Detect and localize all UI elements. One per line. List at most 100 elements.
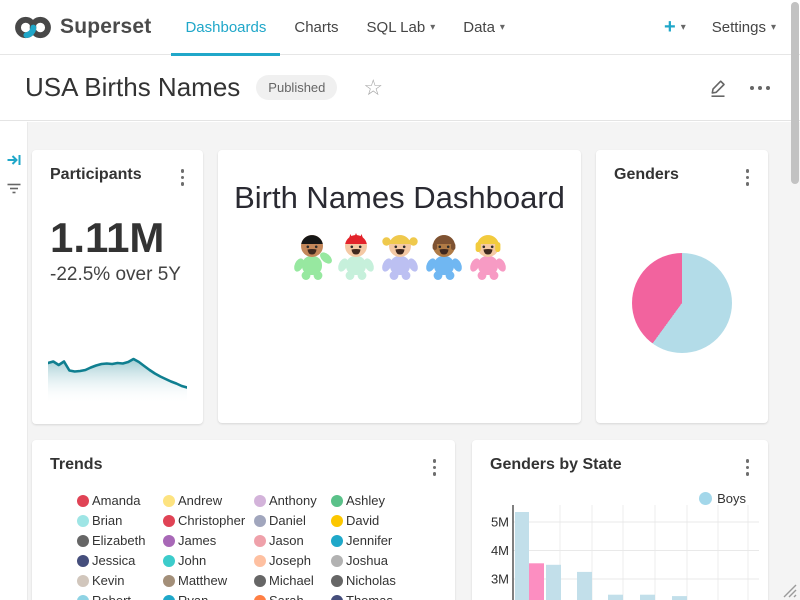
settings-menu[interactable]: Settings ▾ bbox=[712, 19, 776, 36]
legend-item[interactable]: Amanda bbox=[77, 491, 163, 511]
bar-boys[interactable] bbox=[640, 595, 655, 600]
legend-label: Sarah bbox=[269, 593, 304, 600]
infinity-logo-icon bbox=[14, 14, 52, 41]
baby-icon bbox=[468, 232, 508, 280]
legend-item[interactable]: Robert bbox=[77, 591, 163, 600]
legend-item[interactable]: Thomas bbox=[331, 591, 421, 600]
legend-item[interactable]: Daniel bbox=[254, 511, 331, 531]
legend-swatch bbox=[163, 515, 175, 527]
legend-item[interactable]: Ryan bbox=[163, 591, 254, 600]
legend-swatch bbox=[163, 495, 175, 507]
legend-label: Anthony bbox=[269, 493, 317, 508]
baby-icons-row bbox=[218, 232, 581, 280]
dashboard-title: USA Births Names bbox=[25, 72, 240, 103]
nav-item-label: Dashboards bbox=[185, 19, 266, 36]
chart-menu-icon[interactable] bbox=[430, 456, 440, 479]
chart-menu-icon[interactable] bbox=[743, 166, 753, 189]
legend-item[interactable]: Brian bbox=[77, 511, 163, 531]
plus-icon: + bbox=[664, 17, 676, 37]
bar-girls[interactable] bbox=[529, 563, 544, 600]
trendline-svg bbox=[48, 342, 187, 404]
legend-label: Thomas bbox=[346, 593, 393, 600]
legend-item[interactable]: Jessica bbox=[77, 551, 163, 571]
superset-logo[interactable]: Superset bbox=[14, 14, 151, 41]
legend-swatch bbox=[254, 515, 266, 527]
legend-item[interactable]: Jason bbox=[254, 531, 331, 551]
dashboard-actions bbox=[708, 77, 770, 98]
edit-pencil-icon[interactable] bbox=[708, 77, 728, 98]
chevron-down-icon: ▾ bbox=[430, 22, 435, 33]
baby-icon bbox=[292, 232, 332, 280]
filter-list-icon[interactable] bbox=[6, 180, 22, 196]
legend-item[interactable]: Sarah bbox=[254, 591, 331, 600]
primary-nav: Dashboards ChartsSQL Lab▾Data▾ bbox=[171, 0, 518, 55]
legend-item[interactable]: Joseph bbox=[254, 551, 331, 571]
legend-item[interactable]: James bbox=[163, 531, 254, 551]
legend-item[interactable]: Christopher bbox=[163, 511, 254, 531]
legend-swatch bbox=[77, 515, 89, 527]
legend-label: Daniel bbox=[269, 513, 306, 528]
bar-boys[interactable] bbox=[515, 512, 529, 600]
legend-label: John bbox=[178, 553, 206, 568]
legend-swatch bbox=[254, 555, 266, 567]
published-badge[interactable]: Published bbox=[256, 75, 337, 100]
bar-boys[interactable] bbox=[577, 572, 592, 600]
legend-item[interactable]: Michael bbox=[254, 571, 331, 591]
legend-label: Nicholas bbox=[346, 573, 396, 588]
legend-item[interactable]: David bbox=[331, 511, 421, 531]
nav-item-data[interactable]: Data▾ bbox=[449, 0, 519, 55]
legend-swatch bbox=[77, 495, 89, 507]
big-number-value: 1.11M bbox=[50, 215, 203, 261]
trendline-chart[interactable] bbox=[48, 342, 187, 404]
legend-item[interactable]: Jennifer bbox=[331, 531, 421, 551]
filter-bar-collapsed bbox=[0, 122, 28, 600]
bar-boys[interactable] bbox=[546, 565, 561, 600]
chart-menu-icon[interactable] bbox=[178, 166, 188, 189]
legend-item[interactable]: John bbox=[163, 551, 254, 571]
legend-swatch bbox=[331, 515, 343, 527]
navbar-right: + ▾ Settings ▾ bbox=[664, 17, 776, 37]
legend-item[interactable]: Kevin bbox=[77, 571, 163, 591]
legend-item[interactable]: Ashley bbox=[331, 491, 421, 511]
chart-menu-icon[interactable] bbox=[743, 456, 753, 479]
favorite-star-icon[interactable]: ☆ bbox=[363, 77, 383, 99]
y-axis-tick-label: 4M bbox=[491, 543, 509, 558]
more-actions-icon[interactable] bbox=[750, 82, 770, 94]
chart-card-participants: Participants 1.11M -22.5% over 5Y bbox=[32, 150, 203, 424]
legend-item[interactable]: Joshua bbox=[331, 551, 421, 571]
legend-item[interactable]: Nicholas bbox=[331, 571, 421, 591]
legend-swatch bbox=[254, 495, 266, 507]
legend-item[interactable]: Andrew bbox=[163, 491, 254, 511]
chevron-down-icon: ▾ bbox=[500, 22, 505, 33]
chart-card-genders-by-state: Genders by State Boys 5M4M3M bbox=[472, 440, 768, 600]
legend-label: Jennifer bbox=[346, 533, 392, 548]
big-number-subheader: -22.5% over 5Y bbox=[50, 264, 203, 286]
legend-swatch bbox=[163, 595, 175, 600]
nav-item-dashboards[interactable]: Dashboards bbox=[171, 0, 280, 55]
expand-filter-bar-icon[interactable] bbox=[6, 152, 22, 168]
page-scrollbar[interactable] bbox=[791, 2, 799, 184]
legend-label: Ryan bbox=[178, 593, 208, 600]
bar-boys[interactable] bbox=[672, 596, 687, 600]
nav-item-sql-lab[interactable]: SQL Lab▾ bbox=[353, 0, 450, 55]
legend-item[interactable]: Elizabeth bbox=[77, 531, 163, 551]
brand-name: Superset bbox=[60, 15, 151, 39]
baby-icon bbox=[424, 232, 464, 280]
legend-item[interactable]: Anthony bbox=[254, 491, 331, 511]
baby-icon bbox=[336, 232, 376, 280]
settings-label: Settings bbox=[712, 19, 766, 36]
resize-handle-icon[interactable] bbox=[783, 584, 797, 598]
y-axis-tick-label: 5M bbox=[491, 515, 509, 530]
legend-label: Jessica bbox=[92, 553, 135, 568]
legend-label: James bbox=[178, 533, 216, 548]
bar-boys[interactable] bbox=[608, 595, 623, 600]
nav-item-charts[interactable]: Charts bbox=[280, 0, 352, 55]
chart-card-trends: Trends AmandaAndrewAnthonyAshleyBrianChr… bbox=[32, 440, 455, 600]
chart-card-genders: Genders bbox=[596, 150, 768, 423]
legend-swatch bbox=[254, 535, 266, 547]
legend-item[interactable]: Matthew bbox=[163, 571, 254, 591]
new-item-button[interactable]: + ▾ bbox=[664, 17, 686, 37]
legend-swatch bbox=[331, 535, 343, 547]
genders-pie-chart[interactable] bbox=[632, 253, 732, 353]
bar-chart: 5M4M3M bbox=[487, 503, 768, 600]
